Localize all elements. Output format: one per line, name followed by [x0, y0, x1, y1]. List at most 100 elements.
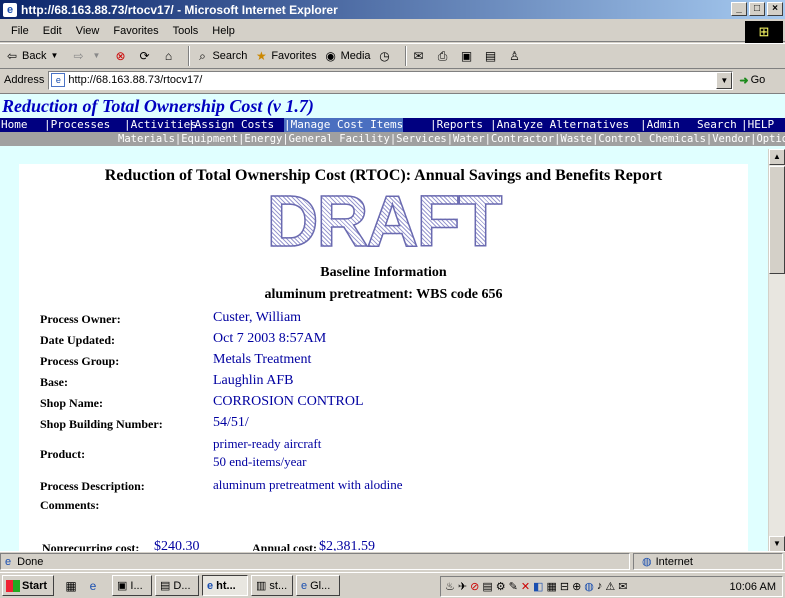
taskbar-task[interactable]: e Gl... — [296, 575, 340, 596]
tray-icon[interactable]: ⊟ — [560, 580, 569, 593]
history-button[interactable]: ◷ — [377, 48, 395, 64]
scroll-thumb[interactable] — [769, 166, 785, 274]
nav-processes[interactable]: |Processes — [44, 118, 110, 132]
refresh-button[interactable]: ⟳ — [136, 48, 154, 64]
nonrecurring-cost-value: $240.30 — [154, 539, 200, 551]
nav-analyze-alternatives[interactable]: |Analyze Alternatives — [490, 118, 629, 132]
favorites-label: Favorites — [271, 50, 317, 62]
page-done-icon: e — [5, 555, 12, 568]
mail-button[interactable]: ✉ — [411, 48, 429, 64]
nonrecurring-cost-label: Nonrecurring cost: — [42, 541, 140, 551]
minimize-button[interactable]: _ — [731, 2, 747, 16]
tray-icon[interactable]: ⚠ — [605, 580, 615, 593]
field-label: Process Group: — [40, 354, 120, 368]
zone-pane: ◍ Internet — [633, 553, 783, 570]
address-input[interactable]: e http://68.163.88.73/rtocv17/ ▼ — [48, 70, 734, 90]
start-label: Start — [22, 579, 48, 592]
tray-icon[interactable]: ✕ — [521, 580, 530, 593]
nav-assign-costs[interactable]: |Assign Costs — [188, 118, 274, 132]
menu-tools[interactable]: Tools — [166, 25, 206, 37]
ie-quicklaunch-icon[interactable]: e — [84, 577, 102, 595]
tray-icon[interactable]: ✉ — [618, 580, 627, 593]
back-button[interactable]: ⇦ Back ▼ — [4, 48, 64, 64]
show-desktop-icon[interactable]: ▦ — [62, 577, 80, 595]
search-button[interactable]: ⌕ Search — [194, 48, 247, 64]
maximize-button[interactable]: □ — [749, 2, 765, 16]
field-value: 54/51/ — [213, 415, 249, 430]
close-button[interactable]: × — [767, 2, 783, 16]
tray-icon[interactable]: ✎ — [509, 580, 518, 593]
menu-help[interactable]: Help — [205, 25, 242, 37]
tray-icon[interactable]: ◍ — [584, 580, 594, 593]
toolbar: ⇦ Back ▼ ⇨ ▼ ⊗ ⟳ ⌂ ⌕ Search ★ Favorites … — [0, 43, 785, 69]
field-label: Process Owner: — [40, 312, 121, 326]
taskbar-task-active[interactable]: e ht... — [202, 575, 248, 596]
menu-file[interactable]: File — [4, 25, 36, 37]
menu-bar: File Edit View Favorites Tools Help — [0, 20, 785, 42]
tray-icon[interactable]: ⊕ — [572, 580, 581, 593]
nav-reports[interactable]: |Reports — [430, 118, 483, 132]
messenger-button[interactable]: ♙ — [507, 48, 525, 64]
scroll-up-icon[interactable]: ▲ — [769, 149, 785, 165]
edit-button[interactable]: ▣ — [459, 48, 477, 64]
forward-button[interactable]: ⇨ ▼ — [70, 48, 106, 64]
tray-icon[interactable]: ✈ — [458, 580, 467, 593]
field-value: primer-ready aircraft — [213, 436, 322, 451]
taskbar-task[interactable]: ▥ st... — [251, 575, 293, 596]
nav-search[interactable]: Search — [697, 118, 737, 132]
task-label: D... — [173, 579, 191, 592]
discuss-button[interactable]: ▤ — [483, 48, 501, 64]
print-button[interactable]: ⎙ — [435, 48, 453, 64]
scroll-down-icon[interactable]: ▼ — [769, 536, 785, 551]
favorites-button[interactable]: ★ Favorites — [253, 48, 317, 64]
ie-logo-icon: e — [3, 2, 17, 17]
tray-icon[interactable]: ◧ — [533, 580, 543, 593]
clock[interactable]: 10:06 AM — [730, 581, 776, 593]
address-bar: Address e http://68.163.88.73/rtocv17/ ▼… — [0, 69, 785, 91]
address-dropdown-icon[interactable]: ▼ — [716, 71, 733, 89]
windows-flag-icon — [6, 579, 20, 592]
status-bar: e Done ◍ Internet — [0, 551, 785, 571]
field-label: Product: — [40, 447, 86, 461]
nav-admin[interactable]: |Admin — [640, 118, 680, 132]
history-icon: ◷ — [379, 49, 390, 63]
taskbar-task[interactable]: ▣ I... — [112, 575, 152, 596]
tray-icon[interactable]: ▦ — [546, 580, 556, 593]
nav-activities[interactable]: |Activities — [124, 118, 197, 132]
folder-icon: ▤ — [160, 580, 171, 592]
menu-favorites[interactable]: Favorites — [106, 25, 165, 37]
dropdown-icon[interactable]: ▼ — [88, 48, 104, 64]
stop-icon: ⊗ — [115, 49, 126, 63]
tray-icon[interactable]: ♪ — [597, 580, 603, 593]
report-panel: Reduction of Total Ownership Cost (RTOC)… — [19, 164, 748, 551]
tray-icon[interactable]: ⚙ — [496, 580, 506, 593]
field-value: Laughlin AFB — [213, 373, 294, 388]
nav-help[interactable]: |HELP — [741, 118, 774, 132]
nav-home[interactable]: Home — [1, 118, 28, 132]
taskbar-task[interactable]: ▤ D... — [155, 575, 199, 596]
vertical-scrollbar[interactable]: ▲ ▼ — [768, 149, 785, 551]
messenger-icon: ♙ — [509, 49, 520, 63]
cost-category-nav[interactable]: Materials|Equipment|Energy|General Facil… — [0, 132, 785, 146]
toolbar-separator — [188, 46, 191, 66]
start-button[interactable]: Start — [2, 575, 54, 596]
system-tray: ♨ ✈ ⊘ ▤ ⚙ ✎ ✕ ◧ ▦ ⊟ ⊕ ◍ ♪ ⚠ ✉ 10:06 AM — [440, 576, 783, 597]
home-button[interactable]: ⌂ — [160, 48, 178, 64]
stop-button[interactable]: ⊗ — [112, 48, 130, 64]
address-url: http://68.163.88.73/rtocv17/ — [68, 74, 203, 86]
windows-logo-icon: ⊞ — [745, 21, 783, 43]
tray-icon[interactable]: ▤ — [482, 580, 492, 593]
field-value: aluminum pretreatment with alodine — [213, 477, 403, 492]
status-text: Done — [17, 555, 44, 568]
window-title: http://68.163.88.73/rtocv17/ - Microsoft… — [21, 2, 338, 17]
tray-icon[interactable]: ♨ — [445, 580, 455, 593]
dropdown-icon[interactable]: ▼ — [46, 48, 62, 64]
search-icon: ⌕ — [199, 49, 206, 63]
media-button[interactable]: ◉ Media — [323, 48, 370, 64]
tray-icon[interactable]: ⊘ — [470, 580, 479, 593]
menu-edit[interactable]: Edit — [36, 25, 69, 37]
menu-view[interactable]: View — [69, 25, 107, 37]
nav-manage-cost-items[interactable]: |Manage Cost Items — [284, 118, 404, 132]
refresh-icon: ⟳ — [139, 49, 150, 63]
go-button[interactable]: ➜ Go — [739, 74, 765, 87]
